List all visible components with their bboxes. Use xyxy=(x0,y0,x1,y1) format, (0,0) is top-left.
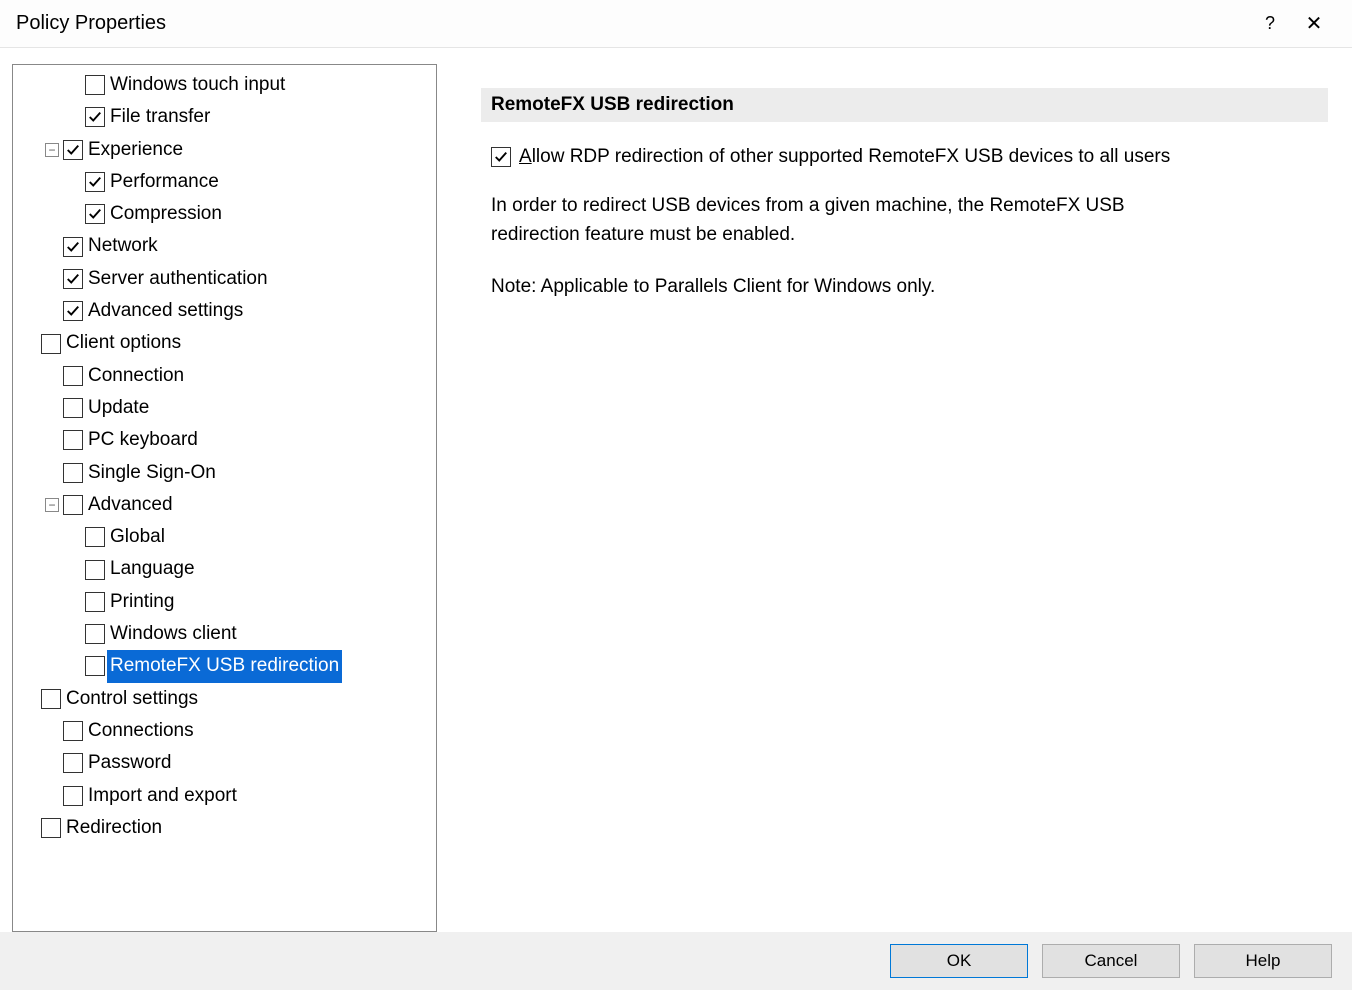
tree-label[interactable]: Experience xyxy=(85,134,186,166)
tree-checkbox[interactable] xyxy=(85,560,105,580)
tree-item[interactable]: − Experience xyxy=(17,134,436,166)
close-icon[interactable]: ✕ xyxy=(1292,11,1336,36)
tree-checkbox[interactable] xyxy=(41,334,61,354)
tree-item[interactable]: Global xyxy=(17,521,436,553)
content-area: Windows touch inputFile transfer − Experie… xyxy=(0,48,1352,932)
tree-label[interactable]: Advanced xyxy=(85,489,176,521)
tree-checkbox[interactable] xyxy=(63,140,83,160)
tree-label[interactable]: Global xyxy=(107,521,168,553)
note-text: Note: Applicable to Parallels Client for… xyxy=(491,273,1181,302)
tree-item[interactable]: RemoteFX USB redirection xyxy=(17,650,436,682)
tree-item[interactable]: Control settings xyxy=(17,683,436,715)
allow-redirection-option[interactable]: Allow RDP redirection of other supported… xyxy=(491,146,1328,168)
tree-item[interactable]: Update xyxy=(17,392,436,424)
tree-checkbox[interactable] xyxy=(85,527,105,547)
tree-checkbox[interactable] xyxy=(63,753,83,773)
tree-checkbox[interactable] xyxy=(85,172,105,192)
tree-label[interactable]: Printing xyxy=(107,586,177,618)
tree-label[interactable]: Server authentication xyxy=(85,263,271,295)
help-button[interactable]: Help xyxy=(1194,944,1332,978)
tree-item[interactable]: Connections xyxy=(17,715,436,747)
tree-checkbox[interactable] xyxy=(63,398,83,418)
ok-button[interactable]: OK xyxy=(890,944,1028,978)
tree-label[interactable]: Connection xyxy=(85,360,187,392)
tree-scroll[interactable]: Windows touch inputFile transfer − Experie… xyxy=(13,65,436,931)
tree-checkbox[interactable] xyxy=(63,786,83,806)
tree-checkbox[interactable] xyxy=(85,592,105,612)
tree-label[interactable]: RemoteFX USB redirection xyxy=(107,650,342,682)
tree-label[interactable]: PC keyboard xyxy=(85,424,201,456)
help-icon[interactable]: ? xyxy=(1248,13,1292,34)
detail-heading: RemoteFX USB redirection xyxy=(481,88,1328,122)
tree-label[interactable]: Advanced settings xyxy=(85,295,246,327)
tree-label[interactable]: Redirection xyxy=(63,812,165,844)
allow-redirection-label: Allow RDP redirection of other supported… xyxy=(519,146,1170,168)
tree-item[interactable]: − Advanced xyxy=(17,489,436,521)
tree-checkbox[interactable] xyxy=(85,75,105,95)
tree-item[interactable]: Windows client xyxy=(17,618,436,650)
tree-checkbox[interactable] xyxy=(41,818,61,838)
tree-checkbox[interactable] xyxy=(41,689,61,709)
tree-checkbox[interactable] xyxy=(85,656,105,676)
tree-label[interactable]: Windows touch input xyxy=(107,69,288,101)
tree-item[interactable]: Performance xyxy=(17,166,436,198)
tree-checkbox[interactable] xyxy=(63,430,83,450)
tree-panel: Windows touch inputFile transfer − Experie… xyxy=(12,64,437,932)
tree-item[interactable]: Client options xyxy=(17,327,436,359)
tree-checkbox[interactable] xyxy=(63,366,83,386)
tree-label[interactable]: Import and export xyxy=(85,780,240,812)
dialog-footer: OK Cancel Help xyxy=(0,932,1352,990)
tree-item[interactable]: Connection xyxy=(17,360,436,392)
tree-checkbox[interactable] xyxy=(63,269,83,289)
tree-label[interactable]: Compression xyxy=(107,198,225,230)
tree-item[interactable]: Password xyxy=(17,747,436,779)
tree-label[interactable]: Performance xyxy=(107,166,222,198)
cancel-button[interactable]: Cancel xyxy=(1042,944,1180,978)
tree-label[interactable]: Update xyxy=(85,392,152,424)
tree-checkbox[interactable] xyxy=(63,721,83,741)
window-title: Policy Properties xyxy=(16,12,1248,35)
tree-item[interactable]: Language xyxy=(17,553,436,585)
detail-panel: RemoteFX USB redirection Allow RDP redir… xyxy=(437,64,1340,932)
tree-label[interactable]: File transfer xyxy=(107,101,213,133)
tree-label[interactable]: Single Sign-On xyxy=(85,457,219,489)
expander-icon[interactable]: − xyxy=(45,143,59,157)
tree-checkbox[interactable] xyxy=(85,204,105,224)
titlebar: Policy Properties ? ✕ xyxy=(0,0,1352,48)
tree-label[interactable]: Password xyxy=(85,747,174,779)
tree-checkbox[interactable] xyxy=(85,107,105,127)
tree-checkbox[interactable] xyxy=(63,301,83,321)
tree-item[interactable]: Import and export xyxy=(17,780,436,812)
tree-label[interactable]: Windows client xyxy=(107,618,240,650)
tree-label[interactable]: Language xyxy=(107,553,198,585)
tree-label[interactable]: Connections xyxy=(85,715,197,747)
tree-item[interactable]: Redirection xyxy=(17,812,436,844)
tree-checkbox[interactable] xyxy=(63,463,83,483)
tree-label[interactable]: Network xyxy=(85,230,161,262)
tree-label[interactable]: Client options xyxy=(63,327,184,359)
tree-item[interactable]: Printing xyxy=(17,586,436,618)
tree-item[interactable]: Windows touch input xyxy=(17,69,436,101)
tree-item[interactable]: Server authentication xyxy=(17,263,436,295)
tree-checkbox[interactable] xyxy=(85,624,105,644)
tree-item[interactable]: PC keyboard xyxy=(17,424,436,456)
expander-icon[interactable]: − xyxy=(45,498,59,512)
tree-label[interactable]: Control settings xyxy=(63,683,201,715)
tree-checkbox[interactable] xyxy=(63,237,83,257)
tree-item[interactable]: Compression xyxy=(17,198,436,230)
tree-item[interactable]: Single Sign-On xyxy=(17,457,436,489)
description-text: In order to redirect USB devices from a … xyxy=(491,192,1181,249)
tree-checkbox[interactable] xyxy=(63,495,83,515)
tree-item[interactable]: File transfer xyxy=(17,101,436,133)
allow-redirection-checkbox[interactable] xyxy=(491,147,511,167)
tree-item[interactable]: Network xyxy=(17,230,436,262)
tree-item[interactable]: Advanced settings xyxy=(17,295,436,327)
